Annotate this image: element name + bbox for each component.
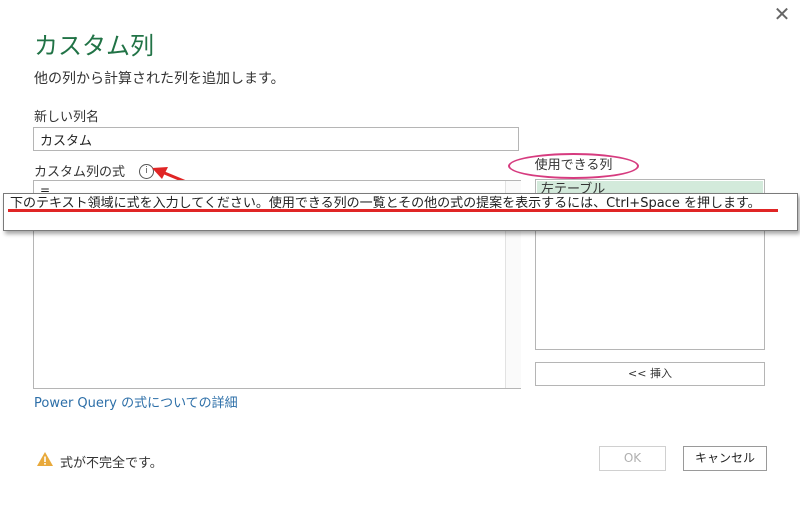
column-name-label: 新しい列名 — [34, 110, 100, 125]
dialog-subtitle: 他の列から計算された列を追加します。 — [34, 71, 285, 87]
insert-button[interactable]: << 挿入 — [535, 362, 765, 386]
dialog-title: カスタム列 — [34, 32, 154, 60]
ok-button[interactable]: OK — [599, 446, 666, 471]
available-columns-label: 使用できる列 — [508, 153, 639, 179]
warning-icon — [37, 452, 53, 466]
formula-label: カスタム列の式 — [34, 165, 126, 180]
close-icon[interactable]: ✕ — [772, 4, 792, 24]
formula-tooltip: 下のテキスト領域に式を入力してください。使用できる列の一覧とその他の式の提案を表… — [3, 193, 798, 231]
warning-text: 式が不完全です。 — [60, 456, 163, 471]
cancel-button[interactable]: キャンセル — [683, 446, 767, 471]
column-name-input[interactable] — [33, 127, 519, 151]
annotation-underline — [8, 209, 778, 212]
power-query-docs-link[interactable]: Power Query の式についての詳細 — [34, 392, 238, 411]
